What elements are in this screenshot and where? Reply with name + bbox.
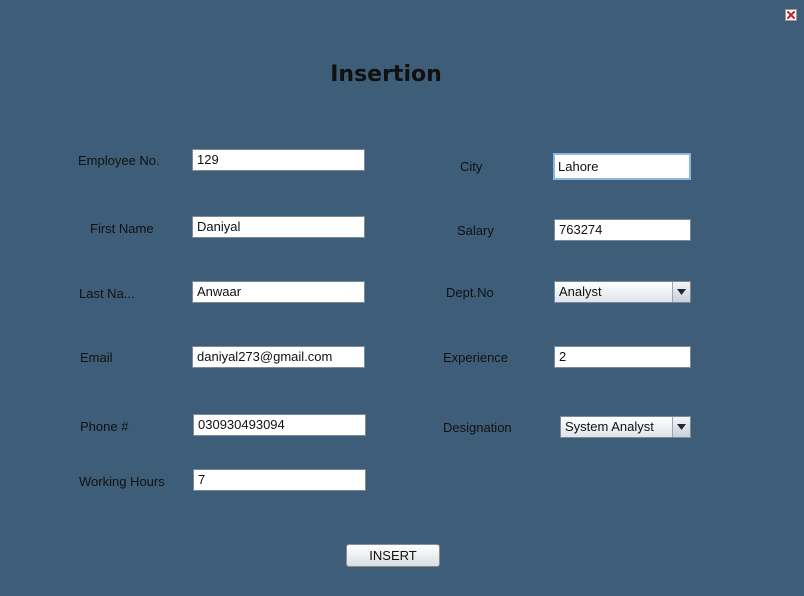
employee-no-label: Employee No. [78, 153, 160, 168]
chevron-down-icon [677, 289, 686, 295]
phone-field[interactable]: 030930493094 [193, 414, 366, 436]
first-name-label: First Name [90, 221, 154, 236]
email-label: Email [80, 350, 113, 365]
city-label: City [460, 159, 483, 174]
designation-selected: System Analyst [565, 419, 654, 434]
dept-no-arrow[interactable] [672, 282, 690, 302]
close-button[interactable] [785, 9, 797, 21]
working-hours-field[interactable]: 7 [193, 469, 366, 491]
last-name-field[interactable]: Anwaar [192, 281, 365, 303]
dept-no-dropdown[interactable]: Analyst [554, 281, 691, 303]
insertion-window: Insertion Employee No. 129 First Name Da… [0, 0, 804, 596]
page-title: Insertion [330, 62, 442, 87]
city-field[interactable]: Lahore [553, 153, 691, 180]
first-name-field[interactable]: Daniyal [192, 216, 365, 238]
last-name-label: Last Na... [79, 286, 135, 301]
email-field[interactable]: daniyal273@gmail.com [192, 346, 365, 368]
phone-label: Phone # [80, 419, 129, 434]
insert-button[interactable]: INSERT [346, 544, 440, 567]
dept-no-label: Dept.No [446, 285, 494, 300]
experience-field[interactable]: 2 [554, 346, 691, 368]
experience-label: Experience [443, 350, 509, 365]
close-icon [787, 11, 795, 19]
working-hours-label: Working Hours [79, 474, 165, 489]
designation-label: Designation [443, 420, 512, 435]
dept-no-selected: Analyst [559, 284, 602, 299]
employee-no-field[interactable]: 129 [192, 149, 365, 171]
salary-field[interactable]: 763274 [554, 219, 691, 241]
chevron-down-icon [677, 424, 686, 430]
designation-dropdown[interactable]: System Analyst [560, 416, 691, 438]
designation-arrow[interactable] [672, 417, 690, 437]
salary-label: Salary [457, 223, 494, 238]
